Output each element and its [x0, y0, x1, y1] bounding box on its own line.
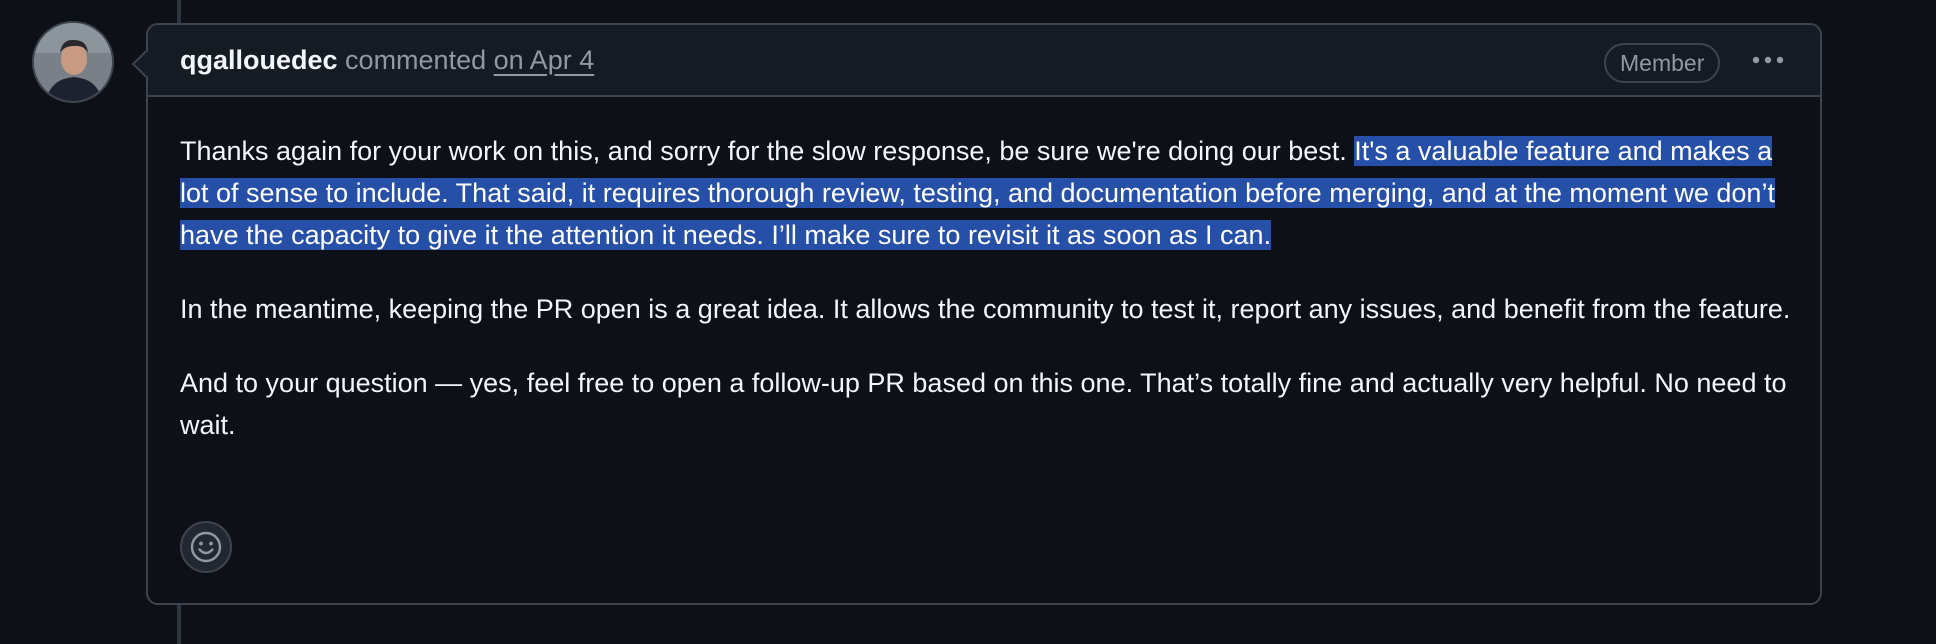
comment-header: qgallouedec commented on Apr 4 Member: [148, 25, 1820, 97]
comment-body: Thanks again for your work on this, and …: [180, 130, 1800, 478]
paragraph-text: Thanks again for your work on this, and …: [180, 136, 1355, 166]
comment-paragraph: In the meantime, keeping the PR open is …: [180, 294, 1791, 324]
add-reaction-button[interactable]: [180, 521, 232, 573]
smiley-icon: [190, 531, 222, 563]
comment-action-label: commented: [345, 45, 487, 75]
author-link[interactable]: qgallouedec: [180, 45, 338, 75]
kebab-horizontal-icon[interactable]: [1746, 47, 1790, 77]
avatar[interactable]: [32, 21, 114, 103]
comment-box: qgallouedec commented on Apr 4 Member Th…: [131, 23, 1822, 605]
comment-paragraph: And to your question — yes, feel free to…: [180, 368, 1787, 440]
comment-header-text: qgallouedec commented on Apr 4: [180, 44, 594, 76]
avatar-image: [34, 23, 112, 101]
comment-date-link[interactable]: on Apr 4: [494, 45, 595, 75]
member-badge: Member: [1604, 43, 1721, 83]
comment-paragraph: Thanks again for your work on this, and …: [180, 130, 1800, 256]
